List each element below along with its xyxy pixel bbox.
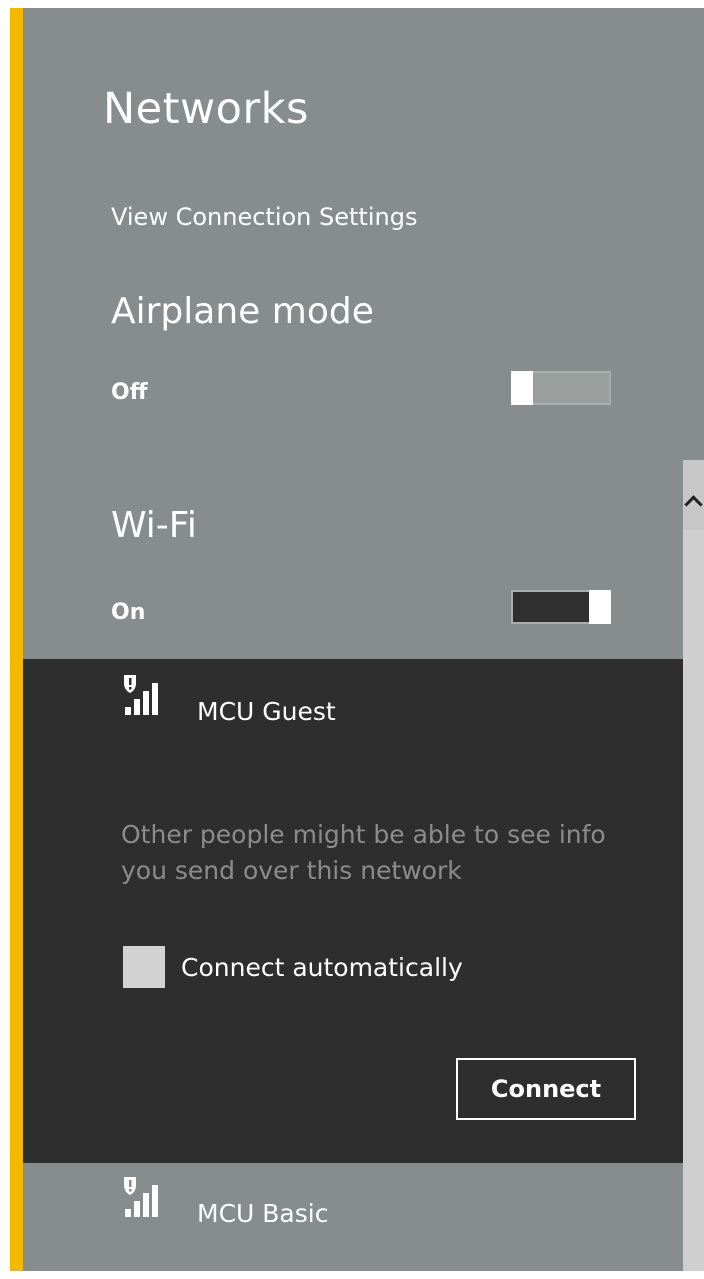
view-connection-settings-link[interactable]: View Connection Settings: [111, 203, 417, 231]
wifi-label: Wi-Fi: [111, 505, 197, 546]
network-name: MCU Guest: [197, 697, 336, 726]
wifi-state: On: [111, 600, 146, 625]
airplane-mode-toggle[interactable]: [511, 371, 611, 405]
panel-title: Networks: [103, 84, 309, 134]
airplane-mode-label: Airplane mode: [111, 291, 374, 332]
secured-warning-wifi-signal-icon: [124, 675, 158, 715]
screen: Networks View Connection Settings Airpla…: [0, 0, 704, 1279]
airplane-mode-state: Off: [111, 380, 148, 405]
wifi-toggle[interactable]: [511, 590, 611, 624]
chevron-up-icon: [684, 495, 703, 514]
network-row-mcu-guest[interactable]: MCU Guest: [23, 659, 683, 731]
scrollbar[interactable]: [683, 460, 704, 1271]
network-security-warning: Other people might be able to see info y…: [121, 820, 606, 885]
networks-panel: Networks View Connection Settings Airpla…: [23, 8, 704, 1271]
network-row-mcu-basic[interactable]: MCU Basic: [23, 1163, 683, 1235]
connect-button[interactable]: Connect: [456, 1058, 636, 1120]
connect-automatically-checkbox[interactable]: [123, 946, 165, 988]
secured-warning-wifi-signal-icon: [124, 1177, 158, 1217]
network-name: MCU Basic: [197, 1199, 329, 1228]
toggle-knob: [511, 371, 533, 405]
connect-automatically-label[interactable]: Connect automatically: [181, 953, 463, 982]
accent-bar: [10, 8, 23, 1271]
toggle-knob: [589, 590, 611, 624]
scroll-up-button[interactable]: [683, 460, 704, 530]
